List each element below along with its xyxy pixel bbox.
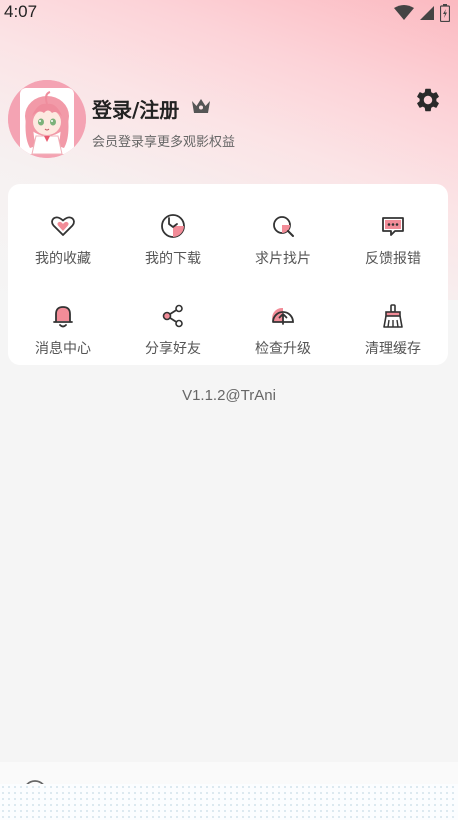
bell-icon [53, 306, 73, 328]
signal-icon [420, 6, 434, 20]
menu-label: 检查升级 [255, 341, 311, 357]
avatar-image [8, 80, 86, 158]
search-icon [273, 216, 294, 237]
menu-card: 我的收藏 我的下载 求片找片 反馈报错 消息中心 分享好友 检查升级 清理缓存 [8, 184, 448, 365]
download-icon [161, 214, 185, 238]
menu-item-clear-cache[interactable]: 清理缓存 [338, 284, 448, 364]
profile-screen: 4:07 登录/注册 会员登录享更多观影权益 我的收藏 我的下载 求片找片 反馈… [0, 0, 458, 820]
menu-item-upgrade[interactable]: 检查升级 [228, 284, 338, 364]
menu-item-request[interactable]: 求片找片 [228, 194, 338, 274]
membership-subtitle: 会员登录享更多观影权益 [92, 135, 236, 150]
battery-icon [440, 4, 450, 22]
menu-item-downloads[interactable]: 我的下载 [118, 194, 228, 274]
bottom-overlay-pattern [0, 784, 458, 820]
menu-item-feedback[interactable]: 反馈报错 [338, 194, 448, 274]
menu-label: 清理缓存 [365, 341, 421, 357]
broom-icon [383, 304, 403, 328]
status-icons [394, 4, 450, 22]
menu-item-share[interactable]: 分享好友 [118, 284, 228, 364]
feedback-icon [382, 217, 404, 236]
status-time: 4:07 [4, 2, 38, 21]
menu-item-favorites[interactable]: 我的收藏 [8, 194, 118, 274]
menu-label: 我的下载 [145, 251, 201, 267]
gear-icon[interactable] [414, 86, 442, 114]
crown-icon [192, 99, 210, 113]
menu-item-messages[interactable]: 消息中心 [8, 284, 118, 364]
menu-label: 求片找片 [255, 251, 311, 267]
wifi-icon [394, 5, 414, 20]
heart-icon [51, 216, 75, 236]
menu-label: 消息中心 [35, 341, 91, 357]
upgrade-icon [272, 307, 294, 325]
status-bar: 4:07 [0, 0, 458, 28]
login-register-link[interactable]: 登录/注册 [92, 94, 179, 123]
avatar[interactable] [8, 80, 86, 158]
share-icon [162, 304, 183, 328]
menu-label: 我的收藏 [35, 251, 91, 267]
menu-label: 反馈报错 [365, 251, 421, 267]
menu-label: 分享好友 [145, 341, 201, 357]
version-text: V1.1.2@TrAni [182, 387, 276, 404]
